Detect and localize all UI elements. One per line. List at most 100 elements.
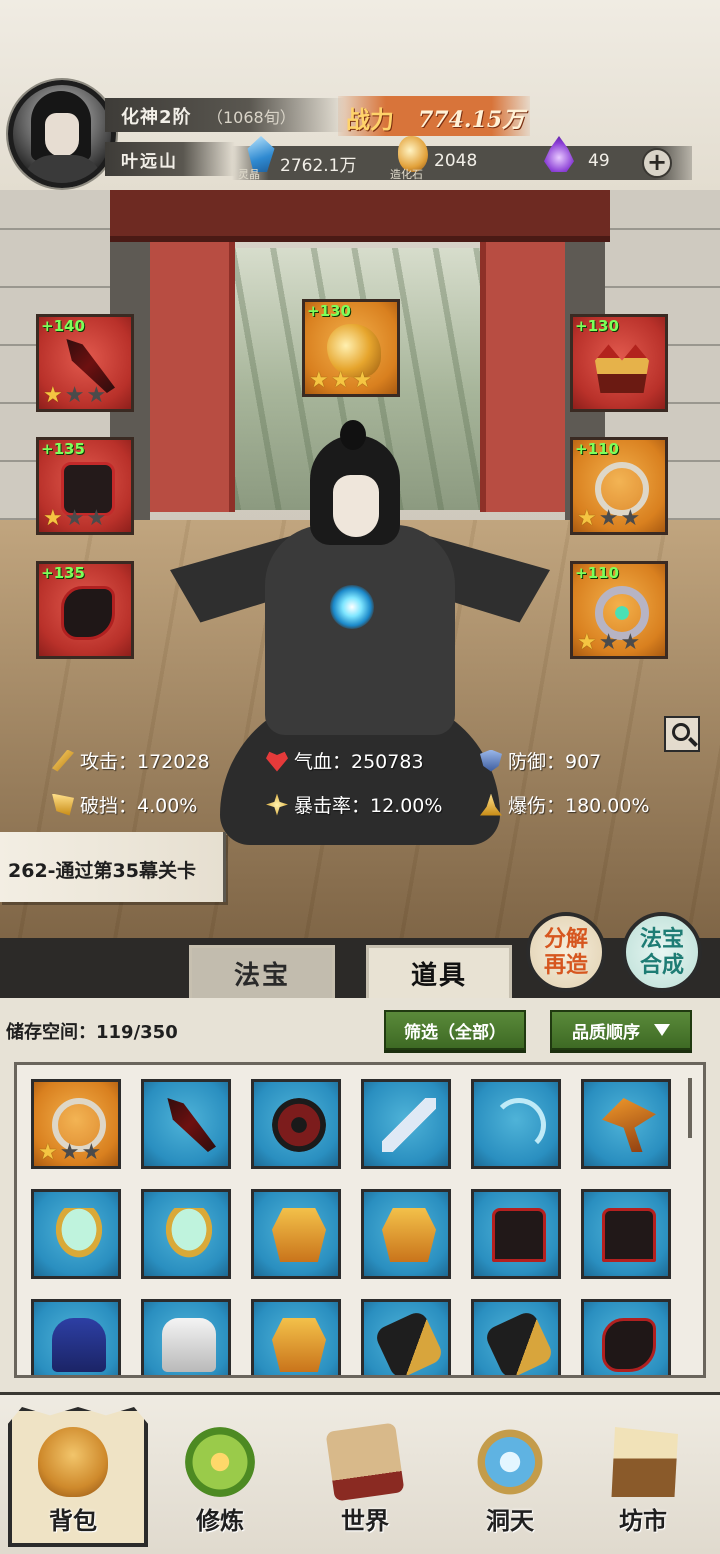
magnifier-icon	[672, 723, 690, 741]
inventory-item[interactable]	[361, 1189, 451, 1279]
inventory-item[interactable]	[251, 1079, 341, 1169]
crit-icon	[266, 793, 288, 816]
tab-daoju[interactable]: 道具	[366, 945, 512, 999]
bottom-nav: 背包 修炼 世界 洞天 坊市	[0, 1392, 720, 1554]
spirit-crystal-value: 2762.1万	[280, 156, 357, 176]
equip-slot-right-3[interactable]: +110 ★ ★ ★	[570, 561, 668, 659]
star-icon: ★	[598, 630, 619, 655]
slot-bonus: +130	[307, 302, 351, 320]
sort-dropdown[interactable]: 品质顺序	[550, 1010, 692, 1050]
star-icon: ★	[59, 1140, 80, 1165]
dagger-icon	[167, 1098, 216, 1152]
star-icon: ★	[330, 368, 351, 393]
wheel-icon	[272, 1098, 326, 1152]
stat-crit-dmg-text: 爆伤：180.00%	[508, 795, 650, 817]
equip-slot-right-2[interactable]: +110 ★ ★ ★	[570, 437, 668, 535]
creation-stone-label: 造化石	[390, 168, 423, 181]
character-robe	[265, 525, 455, 735]
bracer-icon	[373, 1309, 445, 1375]
name-bar: 叶远山	[105, 142, 235, 176]
inventory-item[interactable]	[471, 1299, 561, 1375]
inventory-item[interactable]	[581, 1079, 671, 1169]
star-icon: ★	[81, 1140, 102, 1165]
inventory-item[interactable]	[581, 1299, 671, 1375]
door-beam	[110, 190, 610, 242]
nav-cultivate[interactable]: 修炼	[155, 1407, 285, 1547]
nav-cave[interactable]: 洞天	[445, 1407, 575, 1547]
star-rating: ★ ★ ★	[577, 632, 640, 654]
realm-detail: （1068旬）	[207, 108, 296, 127]
inventory-item[interactable]	[581, 1189, 671, 1279]
stat-attack-text: 攻击：172028	[80, 751, 210, 773]
golden-armor-icon	[272, 1208, 326, 1262]
combine-button[interactable]: 法宝 合成	[622, 912, 702, 992]
filter-button[interactable]: 筛选（全部）	[384, 1010, 526, 1050]
quest-banner[interactable]: 262-通过第35幕关卡	[0, 832, 226, 902]
magnifier-handle	[688, 737, 698, 747]
nav-cave-label: 洞天	[486, 1506, 534, 1535]
combine-label-1: 法宝	[639, 926, 684, 952]
inventory-grid[interactable]: ★ ★ ★	[14, 1062, 706, 1378]
spirit-orb-icon	[330, 585, 374, 629]
dark-robe-icon	[602, 1208, 656, 1262]
slot-bonus: +110	[575, 564, 619, 582]
equip-slot-left-1[interactable]: +140 ★ ★ ★	[36, 314, 134, 412]
stat-pierce-text: 破挡：4.00%	[80, 795, 198, 817]
slot-bonus: +130	[575, 317, 619, 335]
axe-icon	[602, 1098, 656, 1152]
star-icon: ★	[577, 506, 597, 531]
star-icon: ★	[43, 383, 63, 408]
realm-label: 化神2阶	[121, 107, 192, 128]
equip-slot-left-2[interactable]: +135 ★ ★ ★	[36, 437, 134, 535]
star-icon: ★	[86, 383, 107, 408]
meditating-character	[170, 420, 550, 905]
equip-slot-center[interactable]: +130 ★ ★ ★	[302, 299, 400, 397]
star-icon: ★	[598, 506, 619, 531]
slot-bonus: +135	[41, 440, 85, 458]
star-icon: ★	[64, 506, 85, 531]
inventory-panel: 储存空间：119/350 筛选（全部） 品质顺序 ★ ★ ★	[0, 998, 720, 1390]
equip-slot-left-3[interactable]: +135	[36, 561, 134, 659]
add-currency-button[interactable]: +	[642, 148, 672, 178]
combat-power-banner: 战力 774.15万	[338, 96, 530, 136]
inventory-item[interactable]	[141, 1079, 231, 1169]
heart-icon	[266, 751, 288, 772]
dark-robe-icon	[492, 1208, 546, 1262]
stat-attack: 攻击：172028	[52, 747, 210, 774]
inventory-item[interactable]	[361, 1299, 451, 1375]
inventory-item[interactable]: ★ ★ ★	[31, 1079, 121, 1169]
nav-bag[interactable]: 背包	[8, 1407, 148, 1547]
decompose-label-2: 再造	[543, 952, 588, 978]
nav-world[interactable]: 世界	[300, 1407, 430, 1547]
inventory-item[interactable]	[31, 1189, 121, 1279]
inventory-item[interactable]	[361, 1079, 451, 1169]
market-stall-icon	[611, 1427, 678, 1497]
creation-stone-value: 2048	[434, 151, 478, 171]
inventory-item[interactable]	[251, 1299, 341, 1375]
stat-hp-text: 气血：250783	[294, 751, 424, 773]
inventory-item[interactable]	[141, 1189, 231, 1279]
star-rating: ★ ★ ★	[309, 370, 372, 392]
purple-soul-icon	[544, 136, 574, 172]
inventory-item[interactable]	[251, 1189, 341, 1279]
inventory-item[interactable]	[31, 1299, 121, 1375]
nav-world-label: 世界	[341, 1506, 389, 1535]
lotus-icon	[185, 1427, 255, 1497]
nav-market[interactable]: 坊市	[578, 1407, 708, 1547]
slot-bonus: +140	[41, 317, 85, 335]
combine-label-2: 合成	[639, 952, 684, 978]
tab-fabao[interactable]: 法宝	[189, 945, 335, 999]
inventory-item[interactable]	[471, 1079, 561, 1169]
player-avatar[interactable]	[8, 80, 116, 188]
inventory-item[interactable]	[141, 1299, 231, 1375]
inventory-item[interactable]	[471, 1189, 561, 1279]
decompose-button[interactable]: 分解 再造	[526, 912, 606, 992]
inspect-button[interactable]	[664, 716, 700, 752]
star-icon: ★	[38, 1140, 58, 1165]
scroll-map-icon	[325, 1422, 405, 1502]
decompose-label-1: 分解	[543, 926, 588, 952]
currency-bar: 灵晶 2762.1万 造化石 2048 49	[232, 136, 692, 181]
equip-slot-right-1[interactable]: +130	[570, 314, 668, 412]
bag-icon	[38, 1427, 108, 1497]
inventory-scrollbar[interactable]	[688, 1078, 692, 1138]
